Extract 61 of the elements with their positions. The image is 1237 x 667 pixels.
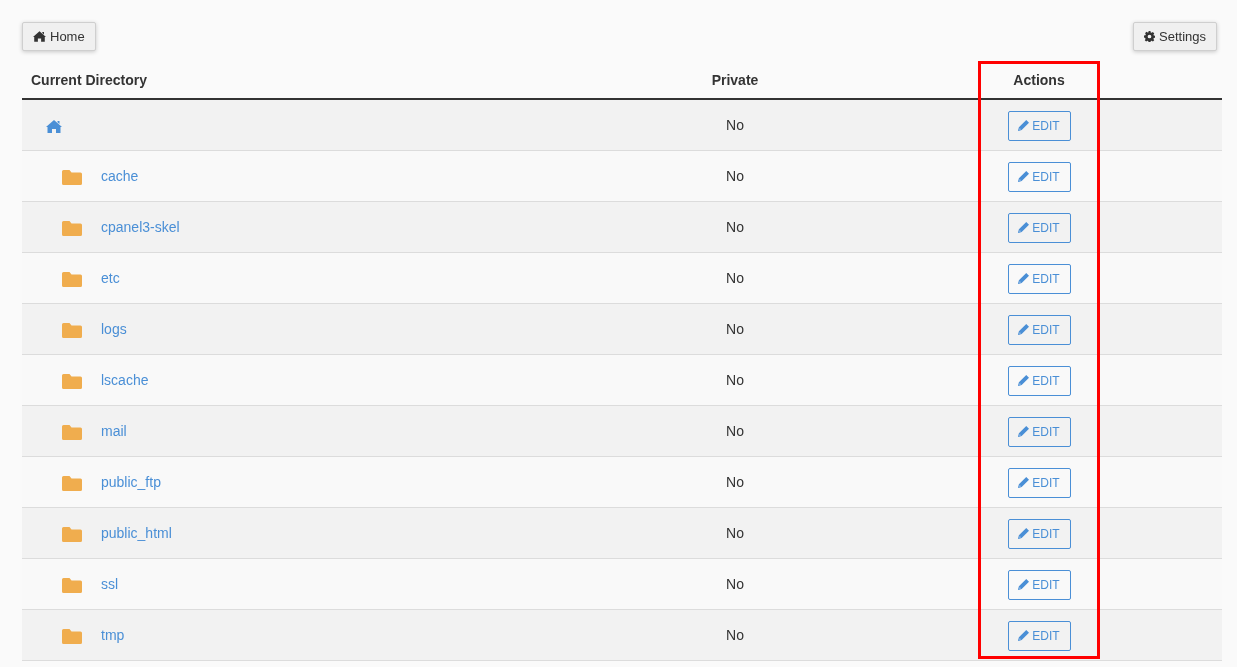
pencil-icon [1018, 324, 1030, 335]
settings-icon [1144, 31, 1155, 42]
edit-button[interactable]: EDIT [1007, 161, 1071, 192]
pencil-icon [1018, 528, 1030, 539]
house-icon[interactable] [46, 119, 62, 133]
pencil-icon [1018, 171, 1030, 182]
column-header: Actions [1012, 70, 1066, 90]
pencil-icon [1018, 375, 1030, 386]
pencil-icon [1018, 120, 1030, 131]
directory-link[interactable]: cache [101, 168, 139, 184]
edit-button[interactable]: EDIT [1007, 569, 1071, 600]
directory-link[interactable]: lscache [101, 372, 149, 388]
pencil-icon [1018, 630, 1030, 641]
folder-icon [62, 628, 82, 644]
edit-button[interactable]: EDIT [1007, 110, 1071, 141]
edit-button[interactable]: EDIT [1007, 620, 1071, 651]
folder-icon [62, 373, 82, 389]
private-value: No [726, 423, 744, 439]
private-value: No [726, 270, 744, 286]
private-value: No [726, 474, 744, 490]
column-header: Current Directory [30, 70, 148, 90]
column-header: Private [710, 70, 760, 90]
folder-icon [62, 424, 82, 440]
directory-link[interactable]: ssl [101, 576, 119, 592]
private-value: No [726, 525, 744, 541]
edit-button[interactable]: EDIT [1007, 518, 1071, 549]
directory-link[interactable]: tmp [101, 627, 125, 643]
directory-link[interactable]: mail [101, 423, 127, 439]
folder-icon [62, 271, 82, 287]
pencil-icon [1018, 579, 1030, 590]
folder-icon [62, 169, 82, 185]
directory-link[interactable]: logs [101, 321, 127, 337]
private-value: No [726, 627, 744, 643]
edit-button[interactable]: EDIT [1007, 263, 1071, 294]
house-icon [33, 31, 46, 42]
folder-icon [62, 577, 82, 593]
edit-button[interactable]: EDIT [1007, 467, 1071, 498]
pencil-icon [1018, 273, 1030, 284]
settings-button[interactable]: Settings [1133, 22, 1217, 51]
pencil-icon [1018, 222, 1030, 233]
private-value: No [726, 219, 744, 235]
folder-icon [62, 322, 82, 338]
edit-button[interactable]: EDIT [1007, 365, 1071, 396]
directory-link[interactable]: public_html [101, 525, 172, 541]
private-value: No [726, 372, 744, 388]
pencil-icon [1018, 477, 1030, 488]
directory-link[interactable]: etc [101, 270, 120, 286]
edit-button[interactable]: EDIT [1007, 314, 1071, 345]
folder-icon [62, 220, 82, 236]
edit-button[interactable]: EDIT [1007, 212, 1071, 243]
directory-link[interactable]: cpanel3-skel [101, 219, 180, 235]
edit-button[interactable]: EDIT [1007, 416, 1071, 447]
pencil-icon [1018, 426, 1030, 437]
private-value: No [726, 321, 744, 337]
directory-link[interactable]: public_ftp [101, 474, 161, 490]
folder-icon [62, 526, 82, 542]
home-button[interactable]: Home [22, 22, 96, 51]
private-value: No [726, 117, 744, 133]
private-value: No [726, 576, 744, 592]
private-value: No [726, 168, 744, 184]
folder-icon [62, 475, 82, 491]
